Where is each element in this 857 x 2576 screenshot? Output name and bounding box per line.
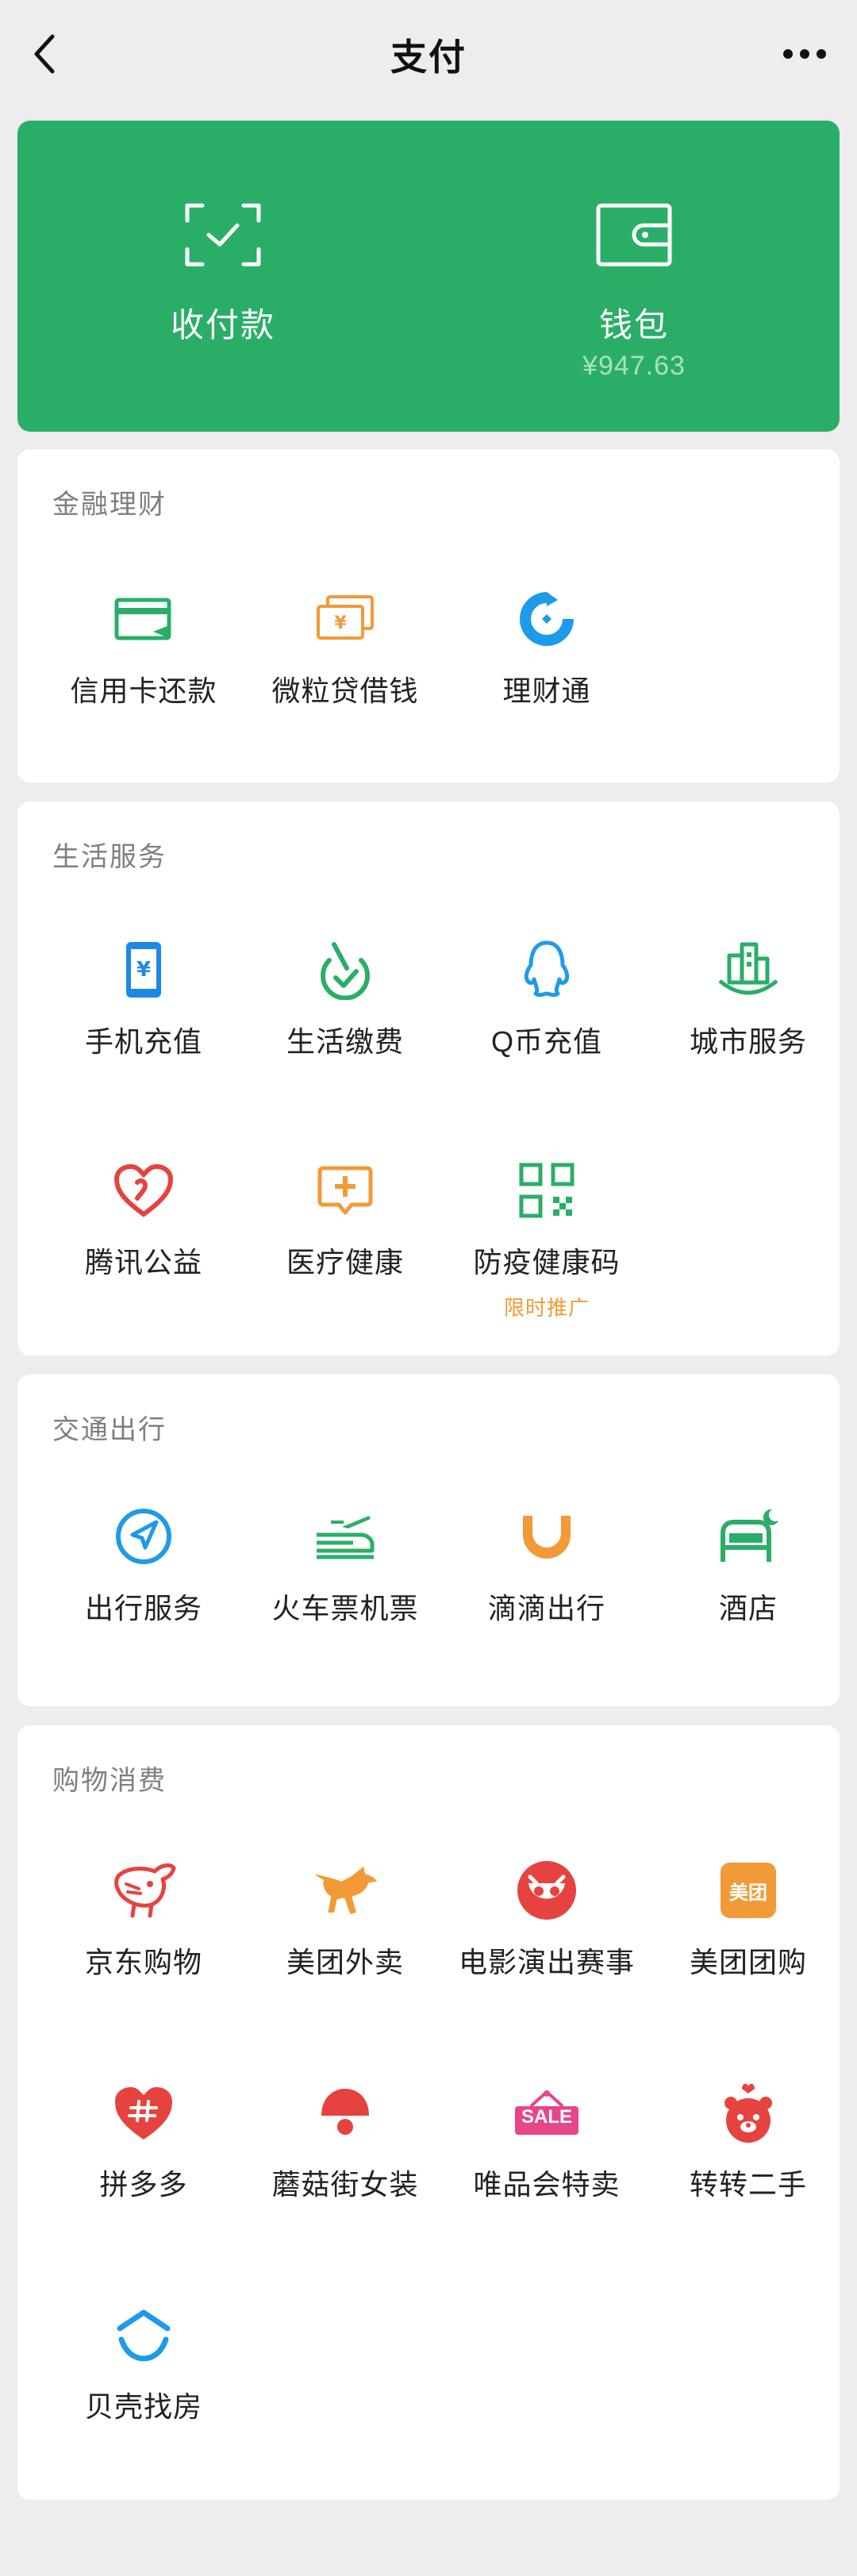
service-meituan-delivery[interactable]: 美团外卖 [244,1857,446,2047]
section-finance: 金融理财 信用卡还款 ¥ 微粒贷借钱 理财通 [17,449,840,782]
service-vip-sale[interactable]: SALE 唯品会特卖 [446,2079,648,2270]
service-medical[interactable]: 医疗健康 [244,1157,446,1348]
mogujie-icon [321,2089,369,2135]
wallet-balance: ¥947.63 [582,351,686,381]
service-mogujie[interactable]: 蘑菇街女装 [244,2079,446,2270]
wallet-button[interactable]: 钱包 ¥947.63 [428,121,840,432]
service-phone-recharge[interactable]: ¥ 手机充值 [43,936,244,1127]
more-dots-icon [783,49,826,59]
service-hotel[interactable]: 酒店 [648,1503,849,1694]
credit-card-icon [114,598,171,640]
wallet-label: 钱包 [598,306,669,344]
wallet-icon [596,203,672,267]
section-title: 金融理财 [52,490,167,520]
charity-icon [113,1163,174,1217]
section-title: 生活服务 [52,842,167,872]
loan-icon: ¥ [317,595,374,640]
movie-icon [517,1861,576,1920]
section-title: 购物消费 [52,1766,167,1796]
service-train-plane[interactable]: 火车票机票 [244,1503,446,1694]
service-city[interactable]: 城市服务 [648,936,849,1127]
service-qq-coin[interactable]: Q币充值 [446,936,648,1127]
svg-text:¥: ¥ [136,958,151,982]
service-charity[interactable]: 腾讯公益 [43,1157,244,1348]
beike-icon [117,2309,171,2362]
phone-recharge-icon: ¥ [126,942,161,998]
hotel-icon [721,1509,778,1562]
promo-tag: 限时推广 [503,1296,590,1320]
navigation-icon [116,1509,171,1564]
scan-check-icon [185,203,261,267]
service-zhuanzhuan[interactable]: 转转二手 [648,2079,849,2270]
meituan-group-icon: 美团 [721,1863,776,1918]
service-beike[interactable]: 贝壳找房 [43,2301,244,2492]
service-meituan-group[interactable]: 美团 美团团购 [648,1857,849,2047]
meituan-delivery-icon [314,1867,378,1914]
service-didi[interactable]: 滴滴出行 [446,1503,648,1694]
medical-icon [317,1166,373,1215]
service-utility[interactable]: 生活缴费 [244,936,446,1127]
health-code-icon [519,1163,575,1218]
service-jd[interactable]: 京东购物 [43,1857,244,2047]
pinduoduo-icon [115,2087,172,2140]
service-travel[interactable]: 出行服务 [43,1503,244,1694]
more-button[interactable] [773,32,836,76]
jd-icon [114,1863,176,1918]
service-wealth[interactable]: 理财通 [446,586,648,776]
payment-page: 支付 收付款 钱包 ¥947.63 金融理财 信用卡还款 ¥ 微粒贷借钱 理财通… [0,0,857,2576]
service-movie[interactable]: 电影演出赛事 [446,1857,648,2047]
service-health-code[interactable]: 防疫健康码 限时推广 [446,1157,648,1348]
receive-pay-label: 收付款 [170,306,275,344]
zhuanzhuan-icon [724,2083,772,2143]
top-bar: 支付 [0,0,857,108]
section-life: 生活服务 ¥ 手机充值 生活缴费 Q币充值 城市服务 腾讯公益 医疗健康 防疫健… [17,802,840,1355]
utility-payment-icon [321,942,370,1000]
svg-text:¥: ¥ [334,613,347,633]
service-credit-card[interactable]: 信用卡还款 [43,586,244,776]
page-title: 支付 [390,37,467,78]
receive-pay-button[interactable]: 收付款 [17,121,428,432]
section-shopping: 购物消费 京东购物 美团外卖 电影演出赛事 美团 美团团购 拼多多 蘑菇街女装 … [17,1725,840,2500]
section-title: 交通出行 [52,1415,167,1445]
pay-card: 收付款 钱包 ¥947.63 [17,121,840,432]
qq-coin-icon [524,940,570,998]
didi-icon [523,1516,571,1559]
service-loan[interactable]: ¥ 微粒贷借钱 [244,586,446,776]
train-plane-icon [317,1516,375,1559]
city-service-icon [718,942,778,995]
service-pinduoduo[interactable]: 拼多多 [43,2079,244,2270]
wealth-icon [520,592,574,646]
section-transport: 交通出行 出行服务 火车票机票 滴滴出行 酒店 [17,1375,840,1706]
